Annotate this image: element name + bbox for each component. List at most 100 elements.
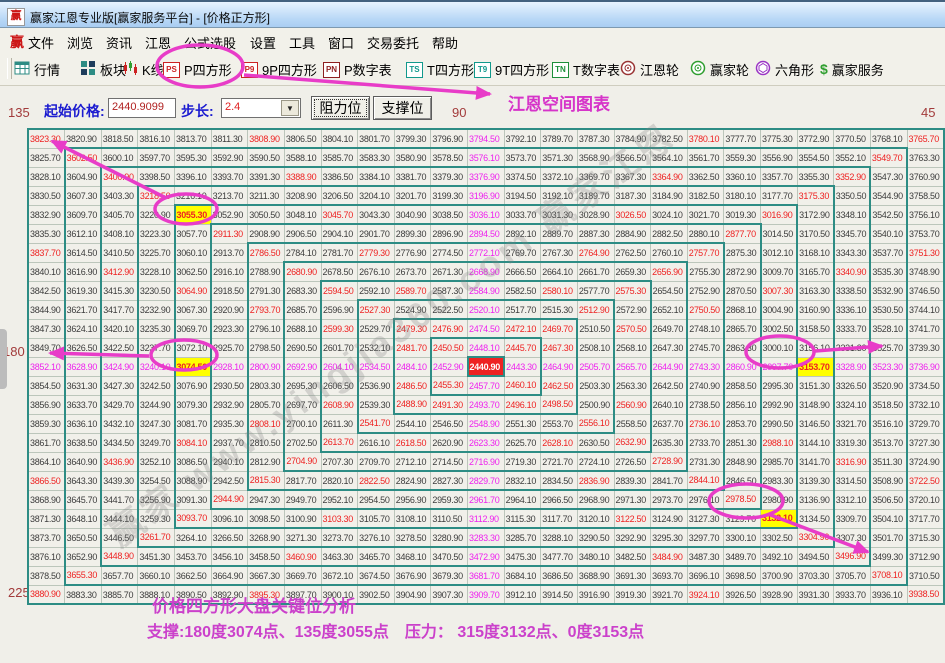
gann-cell[interactable]: 2448.10 — [467, 337, 505, 358]
gann-cell[interactable]: 3681.70 — [467, 565, 505, 586]
gann-cell[interactable]: 2568.10 — [613, 337, 652, 358]
gann-cell[interactable]: 2606.50 — [320, 375, 359, 396]
gann-cell[interactable]: 2692.90 — [283, 356, 322, 377]
gann-cell[interactable]: 2654.50 — [650, 280, 689, 301]
gann-cell[interactable]: 3036.10 — [467, 204, 505, 225]
gann-cell[interactable]: 3103.30 — [320, 508, 359, 529]
gann-cell[interactable]: 2911.30 — [210, 223, 249, 244]
gann-cell[interactable]: 3912.10 — [503, 584, 542, 605]
gann-cell[interactable]: 2659.30 — [613, 261, 652, 282]
gann-cell[interactable]: 2985.70 — [760, 451, 799, 472]
gann-cell[interactable]: 2628.10 — [540, 432, 578, 453]
gann-cell[interactable]: 2623.30 — [467, 432, 505, 453]
gann-cell[interactable]: 3751.30 — [906, 242, 945, 263]
gann-cell[interactable]: 3225.70 — [136, 242, 175, 263]
gann-cell[interactable]: 2901.70 — [357, 223, 395, 244]
gann-cell[interactable]: 2791.30 — [246, 280, 285, 301]
gann-cell[interactable]: 2851.30 — [723, 432, 762, 453]
gann-cell[interactable]: 2577.70 — [576, 280, 615, 301]
gann-cell[interactable]: 3244.90 — [136, 394, 175, 415]
gann-cell[interactable]: 3139.30 — [796, 470, 835, 491]
gann-cell[interactable]: 2714.50 — [430, 451, 468, 472]
step-combobox[interactable]: 2.4 ▼ — [221, 98, 301, 118]
gann-cell[interactable]: 2479.30 — [393, 318, 432, 339]
gann-cell[interactable]: 3832.90 — [27, 204, 66, 225]
gann-cell[interactable]: 2452.90 — [429, 356, 468, 377]
gann-cell[interactable]: 3496.90 — [833, 546, 872, 567]
gann-cell[interactable]: 3086.50 — [173, 451, 212, 472]
gann-cell[interactable]: 2748.10 — [686, 318, 725, 339]
gann-cell[interactable]: 3189.70 — [576, 185, 615, 206]
gann-cell[interactable]: 2445.70 — [503, 337, 542, 358]
gann-cell[interactable]: 2683.30 — [283, 280, 322, 301]
gann-cell[interactable]: 3660.10 — [137, 565, 175, 586]
menu-item-3[interactable]: 江恩 — [145, 33, 171, 52]
gann-cell[interactable]: 3324.10 — [833, 394, 872, 415]
gann-cell[interactable]: 2784.10 — [283, 242, 322, 263]
gann-cell[interactable]: 3076.90 — [173, 375, 212, 396]
gann-cell[interactable]: 3297.70 — [686, 527, 725, 548]
gann-cell[interactable]: 2997.70 — [760, 356, 799, 377]
gann-cell[interactable]: 2688.10 — [283, 318, 322, 339]
gann-cell[interactable]: 2988.10 — [760, 432, 799, 453]
gann-cell[interactable]: 3487.30 — [686, 546, 725, 567]
gann-cell[interactable]: 2856.10 — [723, 394, 762, 415]
gann-cell[interactable]: 2916.10 — [210, 261, 249, 282]
resistance-button[interactable]: 阻力位 — [311, 96, 370, 120]
gann-cell[interactable]: 2956.90 — [393, 489, 432, 510]
gann-cell[interactable]: 3115.30 — [503, 508, 542, 529]
gann-cell[interactable]: 3808.90 — [247, 128, 285, 149]
toolbar-button-江恩轮[interactable]: 江恩轮 — [620, 59, 679, 79]
gann-cell[interactable]: 3122.50 — [613, 508, 652, 529]
gann-cell[interactable]: 3014.50 — [760, 223, 799, 244]
gann-cell[interactable]: 3592.90 — [210, 147, 249, 168]
gann-cell[interactable]: 3319.30 — [833, 432, 872, 453]
gann-cell[interactable]: 3787.30 — [576, 128, 615, 149]
gann-cell[interactable]: 3024.10 — [650, 204, 688, 225]
gann-cell[interactable]: 2865.70 — [723, 318, 762, 339]
gann-cell[interactable]: 3458.50 — [247, 546, 285, 567]
gann-cell[interactable]: 2541.70 — [356, 413, 395, 434]
gann-cell[interactable]: 3576.10 — [467, 147, 505, 168]
gann-cell[interactable]: 3448.90 — [100, 546, 139, 567]
gann-cell[interactable]: 2755.30 — [686, 261, 725, 282]
gann-cell[interactable]: 2767.30 — [540, 242, 578, 263]
gann-cell[interactable]: 3432.10 — [100, 413, 139, 434]
gann-cell[interactable]: 3919.30 — [613, 584, 652, 605]
gann-cell[interactable]: 2460.10 — [503, 375, 542, 396]
gann-cell[interactable]: 3532.90 — [869, 280, 908, 301]
toolbar-button-T数字表[interactable]: TN T数字表 — [552, 59, 620, 79]
gann-cell[interactable]: 3043.30 — [357, 204, 395, 225]
gann-cell[interactable]: 3208.90 — [283, 185, 322, 206]
gann-cell[interactable]: 2630.50 — [576, 432, 615, 453]
gann-cell[interactable]: 3686.50 — [540, 565, 578, 586]
gann-cell[interactable]: 3518.50 — [869, 394, 908, 415]
gann-cell[interactable]: 3237.70 — [136, 337, 175, 358]
gann-cell[interactable]: 3331.30 — [833, 337, 872, 358]
gann-cell[interactable]: 3064.90 — [173, 280, 212, 301]
gann-cell[interactable]: 3072.10 — [173, 337, 212, 358]
gann-cell[interactable]: 3004.90 — [760, 299, 799, 320]
gann-cell[interactable]: 3816.10 — [137, 128, 175, 149]
gann-cell[interactable]: 3636.10 — [63, 413, 102, 434]
gann-cell[interactable]: 2604.10 — [320, 356, 359, 377]
gann-cell[interactable]: 2942.50 — [210, 470, 249, 491]
gann-cell[interactable]: 3028.90 — [576, 204, 615, 225]
gann-cell[interactable]: 3453.70 — [174, 546, 212, 567]
gann-cell[interactable]: 3506.50 — [869, 489, 908, 510]
menu-item-9[interactable]: 帮助 — [432, 33, 458, 52]
gann-cell[interactable]: 3525.70 — [869, 337, 908, 358]
gann-cell[interactable]: 2966.50 — [540, 489, 578, 510]
gann-cell[interactable]: 3153.70 — [796, 356, 835, 377]
gann-cell[interactable]: 3631.30 — [63, 375, 102, 396]
gann-cell[interactable]: 2486.50 — [393, 375, 432, 396]
gann-cell[interactable]: 2563.30 — [613, 375, 652, 396]
gann-cell[interactable]: 2870.50 — [723, 280, 762, 301]
gann-cell[interactable]: 3290.50 — [576, 527, 615, 548]
gann-cell[interactable]: 3614.50 — [63, 242, 102, 263]
gann-cell[interactable]: 3451.30 — [137, 546, 175, 567]
gann-cell[interactable]: 3578.50 — [430, 147, 468, 168]
gann-cell[interactable]: 3638.50 — [63, 432, 102, 453]
gann-cell[interactable]: 3340.90 — [833, 261, 872, 282]
gann-cell[interactable]: 2805.70 — [246, 394, 285, 415]
